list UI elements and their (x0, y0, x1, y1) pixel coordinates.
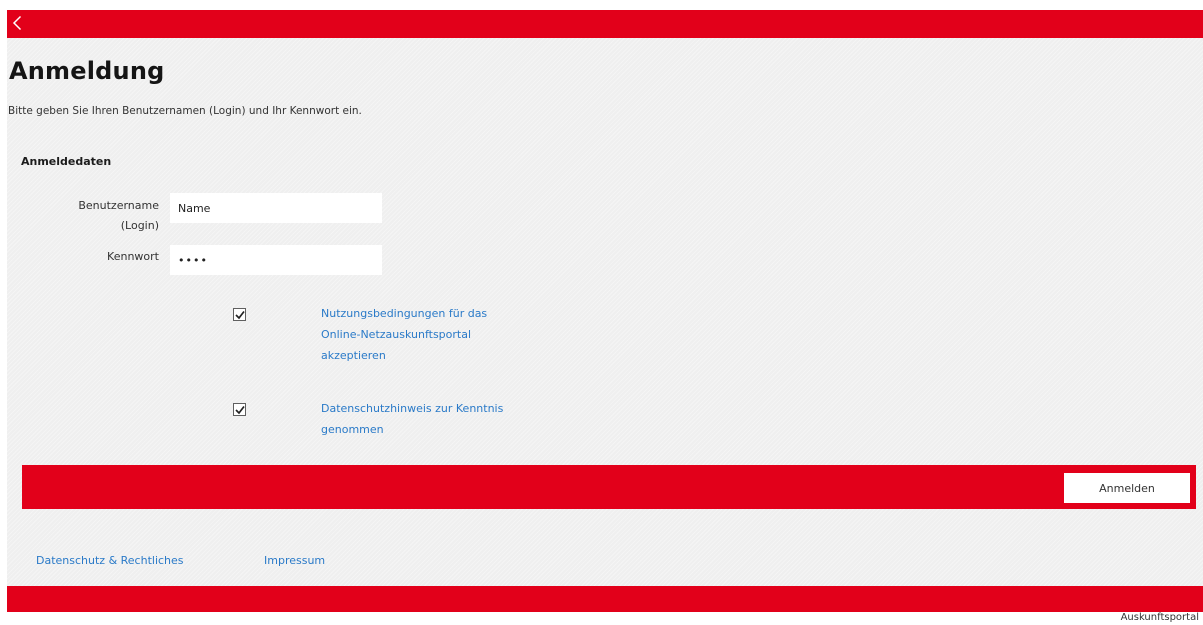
action-bar: Anmelden (22, 465, 1196, 509)
terms-link-line3: akzeptieren (321, 349, 386, 362)
intro-text: Bitte geben Sie Ihren Benutzernamen (Log… (8, 105, 362, 117)
page-title: Anmeldung (9, 57, 165, 85)
terms-link-line2: Online-Netzauskunftsportal (321, 328, 472, 341)
username-label-line2: (Login) (120, 219, 159, 232)
portal-caption: Auskunftsportal (1120, 612, 1199, 623)
terms-link[interactable]: Nutzungsbedingungen für das Online-Netza… (321, 303, 541, 366)
imprint-link[interactable]: Impressum (264, 554, 325, 567)
terms-checkbox[interactable] (233, 308, 246, 321)
username-input[interactable] (170, 193, 382, 223)
password-label: Kennwort (107, 250, 159, 263)
page-container: Anmeldung Bitte geben Sie Ihren Benutzer… (7, 10, 1203, 612)
password-input[interactable] (170, 245, 382, 275)
login-button[interactable]: Anmelden (1064, 473, 1190, 503)
privacy-legal-link[interactable]: Datenschutz & Rechtliches (36, 554, 184, 567)
username-label: Benutzername (Login) (37, 196, 159, 236)
login-section-heading: Anmeldedaten (21, 155, 112, 168)
checkmark-icon (235, 405, 245, 415)
privacy-notice-link[interactable]: Datenschutzhinweis zur Kenntnis genommen (321, 398, 541, 440)
username-label-line1: Benutzername (78, 199, 159, 212)
privacy-checkbox[interactable] (233, 403, 246, 416)
back-button[interactable] (11, 13, 29, 33)
privacy-notice-line2: genommen (321, 423, 384, 436)
privacy-notice-line1: Datenschutzhinweis zur Kenntnis (321, 402, 504, 415)
checkmark-icon (235, 310, 245, 320)
chevron-left-icon (12, 15, 22, 31)
bottom-bar (7, 586, 1203, 612)
terms-link-line1: Nutzungsbedingungen für das (321, 307, 488, 320)
top-bar (7, 10, 1203, 38)
